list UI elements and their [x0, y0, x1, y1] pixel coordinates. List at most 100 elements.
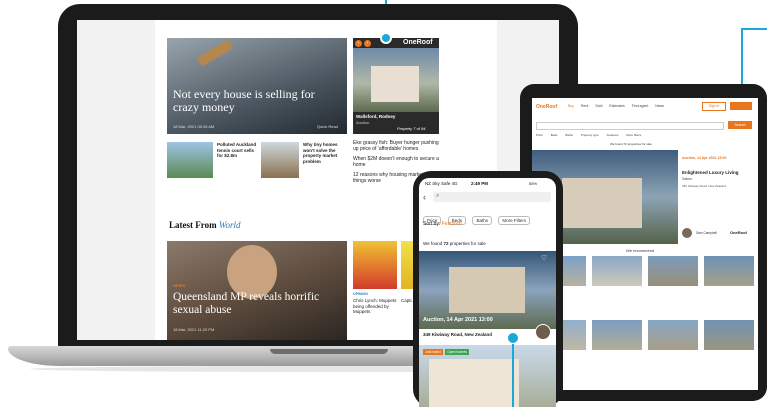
- phone-filter-baths[interactable]: Baths: [472, 216, 492, 225]
- phone-network: 4G: [451, 181, 458, 186]
- tablet-signin-button[interactable]: Sign in: [702, 102, 726, 111]
- tablet-grid-card[interactable]: [648, 256, 698, 286]
- tablet-grid-card[interactable]: [704, 320, 754, 350]
- mid-story-2-image[interactable]: [261, 142, 299, 178]
- phone-house-2: [429, 359, 519, 407]
- tablet-agent-name: Sam Campbell: [696, 231, 717, 235]
- tablet-nav-sold[interactable]: Sold: [595, 104, 602, 108]
- tablet-orange-button[interactable]: [730, 102, 752, 110]
- phone-result-count: We found 72 properties for sale: [423, 241, 486, 246]
- phone-card-address[interactable]: 349 Kiwiway Road, New Zealand: [423, 332, 492, 337]
- mid-story-1-image[interactable]: [167, 142, 213, 178]
- phone-result-suffix: properties for sale: [449, 241, 486, 246]
- tablet-detail-panel[interactable]: Auction, 14 Apr 2021 13:00 Enlightened L…: [678, 150, 758, 244]
- tablet-logo[interactable]: OneRoof: [536, 104, 557, 110]
- tablet-filter-features[interactable]: Features: [607, 133, 619, 137]
- laptop-notch: [270, 349, 388, 354]
- callout-line-phone: [512, 344, 514, 407]
- tablet-nav-news[interactable]: News: [655, 104, 664, 108]
- back-arrow-icon[interactable]: ‹: [423, 192, 426, 202]
- tablet-grid-card[interactable]: [648, 320, 698, 350]
- hero-date: 18 Mar, 2021 05:28 AM: [173, 124, 215, 129]
- side-story-2[interactable]: When $2M doesn’t enough to secure a home: [353, 156, 441, 168]
- tablet-filters: Price Beds Baths Property type Features …: [536, 133, 641, 137]
- tablet-nav-rent[interactable]: Rent: [581, 104, 588, 108]
- tablet-search-input[interactable]: [536, 122, 724, 130]
- oneroof-logo: OneRoof: [403, 39, 433, 46]
- listing-house: [371, 66, 419, 102]
- phone-sort-label: Sort by:: [423, 221, 441, 227]
- tablet-filter-price[interactable]: Price: [536, 133, 543, 137]
- tablet-grid-card[interactable]: [704, 256, 754, 286]
- phone-result-number: 72: [443, 241, 449, 246]
- small-story-1[interactable]: Chris Lynch: Muppets being offended by M…: [353, 298, 397, 315]
- mid-story-2-title[interactable]: Why tiny homes won’t solve the property …: [303, 142, 347, 164]
- tablet-hero-house: [562, 178, 642, 228]
- tablet-card-subtitle: Saturn: [682, 177, 693, 181]
- tablet-recommend-title: We recommend: [626, 248, 655, 253]
- phone-badge-open-homes: Open homes: [445, 349, 470, 355]
- tablet-grid-card[interactable]: [592, 320, 642, 350]
- listing-location: Wallsford, Rodney: [356, 114, 396, 119]
- latest-section[interactable]: World: [219, 220, 241, 230]
- oneroof-listing-card[interactable]: ‹ › OneRoof Wallsford, Rodney Auction Pr…: [353, 38, 439, 134]
- tablet-filter-baths[interactable]: Baths: [565, 133, 573, 137]
- phone-badge-just-listed: Just listed: [423, 349, 443, 355]
- phone-filter-more[interactable]: More Filters: [498, 216, 531, 225]
- world-headline[interactable]: Queensland MP reveals horrific sexual ab…: [173, 291, 343, 317]
- phone-agent-avatar: [535, 324, 551, 340]
- tablet-nav: Buy Rent Sold Estimates Find agent News: [568, 104, 664, 108]
- tablet-card-address: 349 Kiwiway Road, New Zealand: [682, 184, 727, 188]
- listing-counter: Property 7 of 94: [397, 126, 426, 131]
- search-icon: ⌕: [436, 193, 440, 199]
- tablet-card-date: Auction, 14 Apr 2021 13:00: [682, 156, 727, 160]
- tablet-agent-logo: OneRoof: [730, 230, 747, 235]
- callout-dot-laptop: [380, 32, 392, 44]
- latest-label: Latest From World: [169, 220, 241, 230]
- hero-story[interactable]: Not every house is selling for crazy mon…: [167, 38, 347, 134]
- phone-listing-house: [449, 267, 525, 313]
- tablet-search-button[interactable]: Search: [728, 121, 752, 129]
- callout-dot-phone: [506, 331, 520, 345]
- latest-label-text: Latest From: [169, 220, 217, 230]
- hero-read: Quick Read: [317, 124, 338, 129]
- phone-sort[interactable]: Sort by: Featured: [423, 221, 462, 227]
- phone-listing-photo[interactable]: ♡ Auction, 14 Apr 2021 13:00: [419, 251, 556, 329]
- tablet-filter-more[interactable]: More filters: [626, 133, 641, 137]
- hero-headline[interactable]: Not every house is selling for crazy mon…: [173, 88, 343, 114]
- phone-battery: 55%: [529, 181, 538, 186]
- tablet-agent-avatar: [682, 228, 692, 238]
- tablet-card-title: Enlightened Luxury Living: [682, 170, 739, 175]
- phone-card-date: Auction, 14 Apr 2021 13:00: [423, 317, 493, 323]
- mid-story-1-title[interactable]: Polluted Auckland tennis court sells for…: [217, 142, 259, 159]
- prev-arrow-icon[interactable]: ‹: [355, 40, 362, 47]
- callout-line-tablet-h: [741, 28, 767, 30]
- tablet-nav-estimates[interactable]: Estimates: [609, 104, 624, 108]
- small-kicker: OPINION: [353, 292, 368, 296]
- tablet-filter-type[interactable]: Property type: [581, 133, 599, 137]
- tablet-nav-buy[interactable]: Buy: [568, 104, 574, 108]
- world-kicker: NEWS: [173, 283, 185, 288]
- phone-time: 2:49 PM: [471, 181, 489, 186]
- tablet-grid-card[interactable]: [592, 256, 642, 286]
- tablet-grid: [536, 256, 756, 386]
- phone-search-input[interactable]: ⌕: [433, 192, 551, 202]
- left-gutter: [77, 20, 155, 340]
- heart-icon[interactable]: ♡: [541, 254, 547, 262]
- side-story-1[interactable]: Eke grassy fish: Buyer hunger pushing up…: [353, 140, 441, 152]
- phone-listing-photo-2[interactable]: Just listed Open homes: [419, 345, 556, 407]
- listing-type: Auction: [356, 120, 370, 125]
- gavel-graphic: [196, 39, 234, 67]
- tablet-result-count: We found 72 properties for sale: [610, 142, 652, 146]
- phone-sort-value[interactable]: Featured: [442, 221, 462, 227]
- world-story[interactable]: NEWS Queensland MP reveals horrific sexu…: [167, 241, 347, 340]
- phone-carrier: NZ Sky Safe 4G: [425, 181, 458, 186]
- phone-screen: NZ Sky Safe 4G 2:49 PM 55% ‹ ⌕ Price Bed…: [419, 178, 556, 407]
- tablet-nav-agent[interactable]: Find agent: [632, 104, 649, 108]
- small-story-1-image[interactable]: [353, 241, 397, 289]
- world-date: 18 Mar, 2021 11:20 PM: [173, 327, 215, 332]
- next-arrow-icon[interactable]: ›: [364, 40, 371, 47]
- phone-carrier-text: NZ Sky Safe: [425, 181, 451, 186]
- phone-result-prefix: We found: [423, 241, 443, 246]
- tablet-filter-beds[interactable]: Beds: [551, 133, 558, 137]
